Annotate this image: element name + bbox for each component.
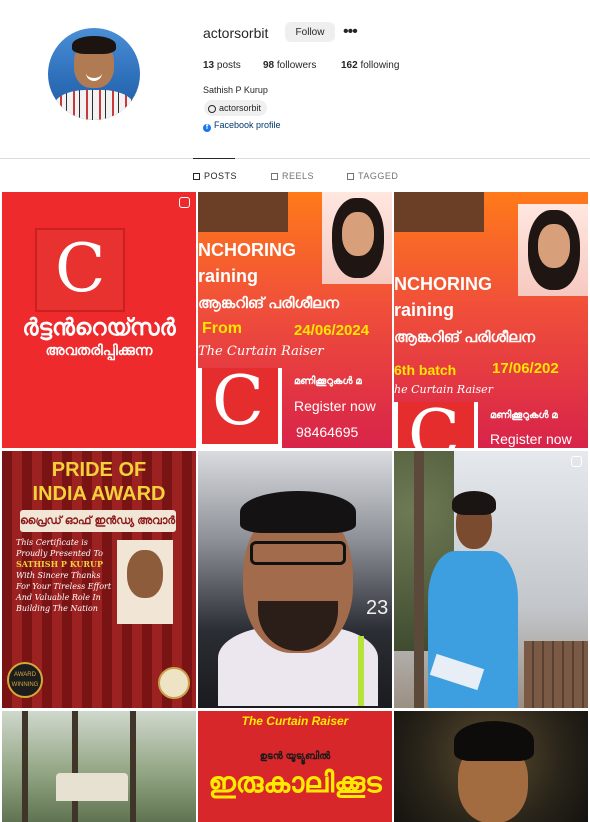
tile3-date: 17/06/202 [492, 360, 559, 377]
post-tile-9[interactable] [394, 711, 588, 822]
tile8-line2: ഇരുകാലിക്കൂട [208, 767, 382, 798]
following-count: 162 [341, 60, 358, 71]
tile8-brand: The Curtain Raiser [241, 714, 349, 728]
tile3-subtitle: raining [394, 300, 455, 320]
grid-icon [193, 173, 200, 180]
palm-trunk [22, 711, 28, 822]
profile-avatar[interactable] [48, 28, 140, 120]
post-tile-2[interactable]: NCHORING raining ആങ്കറിങ് പരിശീലന From 2… [198, 192, 392, 448]
tile2-from: From [202, 320, 242, 337]
tab-tagged-label: TAGGED [358, 171, 399, 181]
selfie-glasses [250, 541, 346, 565]
woman-photo [518, 204, 588, 296]
man-photo [198, 192, 288, 232]
tile4-line2: INDIA AWARD [32, 483, 166, 505]
avatar-hair [72, 36, 116, 54]
tile1-line2: അവതരിപ്പിക്കുന്ന [45, 342, 153, 358]
facebook-profile-link[interactable]: f Facebook profile [203, 120, 281, 132]
tile3-logo: C [394, 396, 478, 448]
man-photo [394, 192, 484, 232]
tile2-date: 24/06/2024 [294, 322, 370, 339]
post-tile-3[interactable]: NCHORING raining ആങ്കറിങ് പരിശീലന 6th ba… [394, 192, 588, 448]
cert-intro: This Certificate is Proudly Presented To [16, 538, 103, 558]
tab-posts-label: POSTS [204, 171, 238, 181]
reel-icon [571, 456, 582, 467]
active-tab-indicator [193, 158, 235, 159]
more-options-icon[interactable]: ••• [343, 24, 358, 40]
post-tile-4[interactable]: PRIDE OF INDIA AWARD പ്രൈഡ് ഓഫ് ഇൻഡ്യ അവ… [2, 451, 196, 708]
avatar-shirt [54, 90, 134, 120]
tab-tagged[interactable]: TAGGED [347, 171, 398, 181]
post-tile-6[interactable] [394, 451, 588, 708]
tile4-line1: PRIDE OF [51, 459, 147, 481]
certificate-text: This Certificate is Proudly Presented To… [16, 537, 112, 614]
tile3-register: Register now [490, 431, 572, 447]
tagged-icon [347, 173, 354, 180]
tree-trunk [414, 451, 424, 708]
threads-badge[interactable]: actorsorbit [204, 100, 268, 116]
tile4-band: പ്രൈഡ് ഓഫ് ഇൻഡ്യ അവാർഡ് [20, 510, 176, 532]
palm-trunk [130, 711, 136, 822]
tab-reels-label: REELS [282, 171, 315, 181]
post-tile-5[interactable]: 23 [198, 451, 392, 708]
tile3-logo-letter: C [408, 396, 461, 448]
tab-posts[interactable]: POSTS [193, 171, 237, 181]
profile-username: actorsorbit [203, 25, 269, 41]
award-badge: AWARD WINNING [7, 662, 43, 698]
tabs-divider [0, 158, 590, 159]
post-tile-8[interactable]: The Curtain Raiser ഉടൻ യൂട്യൂബിൽ ഇരുകാലി… [198, 711, 392, 822]
tile8-line1: ഉടൻ യൂട്യൂബിൽ [259, 751, 331, 762]
award-seal [158, 667, 190, 699]
tile2-register: Register now [294, 398, 376, 414]
tile2-malayalam: ആങ്കറിങ് പരിശീലന [198, 295, 340, 312]
tile1-line1: ർട്ടൻറെയ്സർ [22, 314, 176, 340]
tile3-batch: 6th batch [394, 362, 457, 378]
building-roof [56, 773, 128, 801]
fence [524, 641, 588, 708]
cert-body: With Sincere Thanks For Your Tireless Ef… [16, 571, 112, 613]
posts-count: 13 [203, 60, 215, 71]
followers-count: 98 [263, 60, 275, 71]
tab-reels[interactable]: REELS [271, 171, 314, 181]
posts-label: posts [216, 60, 241, 71]
tile2-logo-letter: C [212, 362, 265, 441]
portrait-hair [454, 721, 534, 761]
selfie-hair [240, 491, 356, 533]
tile2-brand: The Curtain Raiser [198, 344, 324, 359]
cert-name: SATHISH P KURUP [16, 559, 104, 569]
person-hair [452, 491, 496, 515]
garden-background [2, 711, 196, 822]
following-stat[interactable]: 162 following [341, 60, 399, 71]
tile3-malayalam: ആങ്കറിങ് പരിശീലന [394, 329, 536, 346]
lanyard [358, 636, 364, 706]
post-tile-1[interactable]: C ർട്ടൻറെയ്സർ അവതരിപ്പിക്കുന്ന [2, 192, 196, 448]
tile3-malayalam2: മണിക്കൂറുകൾ മ [490, 410, 558, 421]
tile3-brand: he Curtain Raiser [394, 383, 493, 396]
threads-handle: actorsorbit [219, 103, 262, 113]
posts-stat: 13 posts [203, 60, 241, 71]
tile2-malayalam2: മണിക്കൂറുകൾ മ [294, 376, 362, 387]
post-tile-7[interactable] [2, 711, 196, 822]
tile2-title: NCHORING [198, 240, 296, 260]
tile5-number: 23 [366, 597, 389, 619]
facebook-label: Facebook profile [214, 120, 281, 130]
threads-icon [208, 105, 216, 113]
palm-trunk [72, 711, 78, 822]
facebook-icon: f [203, 124, 211, 132]
awardee-photo [117, 540, 173, 624]
reels-icon [271, 173, 278, 180]
reel-icon [179, 197, 190, 208]
tile3-title: NCHORING [394, 274, 492, 294]
woman-photo [322, 192, 392, 284]
tile2-logo: C [198, 362, 282, 448]
following-label: following [360, 60, 400, 71]
follow-button[interactable]: Follow [285, 22, 335, 42]
tile2-phone: 98464695 [296, 424, 359, 440]
tile2-subtitle: raining [198, 266, 259, 286]
followers-stat[interactable]: 98 followers [263, 60, 316, 71]
logo-letter: C [55, 230, 106, 307]
curtain-raiser-logo: C [35, 228, 125, 312]
followers-label: followers [276, 60, 317, 71]
profile-full-name: Sathish P Kurup [203, 85, 268, 95]
